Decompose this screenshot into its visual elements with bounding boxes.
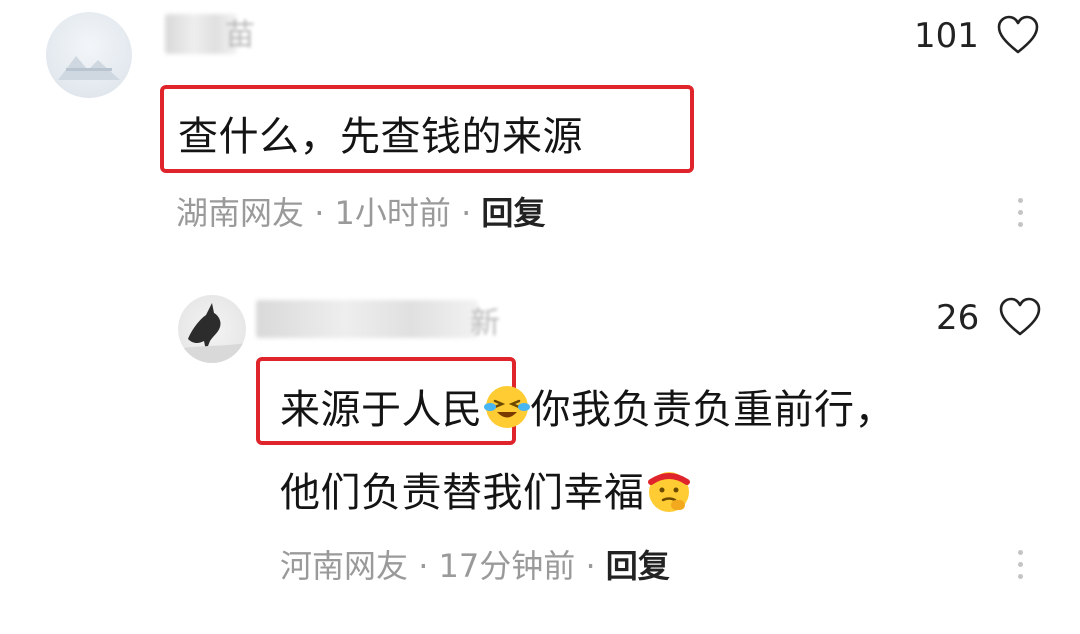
comment-time: 17分钟前 — [438, 547, 576, 585]
username-visible-char: 苗 — [225, 18, 255, 53]
comment-text: 查什么，先查钱的来源 — [178, 114, 583, 160]
comment-text-line1: 来源于人民 你我负责负重前行， — [280, 377, 895, 435]
username-visible-char: 新 — [470, 306, 500, 341]
comment-meta: 湖南网友 · 1小时前 · 回复 — [176, 188, 545, 234]
separator: · — [418, 547, 429, 585]
thinking-emoji — [647, 472, 690, 512]
separator: · — [461, 194, 472, 232]
comment-text-line2: 他们负责替我们幸福 — [280, 460, 693, 518]
heart-outline-icon[interactable] — [998, 296, 1042, 340]
separator: · — [585, 547, 596, 585]
heart-outline-icon[interactable] — [996, 14, 1040, 58]
separator: · — [314, 194, 325, 232]
avatar-mountain-icon — [58, 56, 120, 80]
comment-location: 湖南网友 — [176, 194, 305, 232]
comment-time: 1小时前 — [334, 194, 451, 232]
avatar[interactable] — [178, 295, 246, 363]
more-vertical-icon[interactable] — [1016, 198, 1024, 234]
comment-text-line2-content: 他们负责替我们幸福 — [280, 470, 645, 516]
comment-meta: 河南网友 · 17分钟前 · 回复 — [280, 541, 670, 587]
comment-highlight-text: 来源于人民 — [280, 387, 483, 433]
more-vertical-icon[interactable] — [1016, 550, 1024, 586]
comment-text-rest: 你我负责负重前行， — [530, 387, 895, 433]
like-count: 26 — [936, 298, 980, 338]
comment-location: 河南网友 — [280, 547, 409, 585]
avatar[interactable] — [46, 12, 132, 98]
laughing-tears-emoji — [483, 386, 530, 428]
reply-button[interactable]: 回复 — [481, 194, 545, 232]
like-count: 101 — [914, 16, 979, 56]
avatar-horse-icon — [178, 303, 246, 363]
reply-button[interactable]: 回复 — [606, 547, 670, 585]
username-blurred[interactable] — [256, 300, 478, 338]
